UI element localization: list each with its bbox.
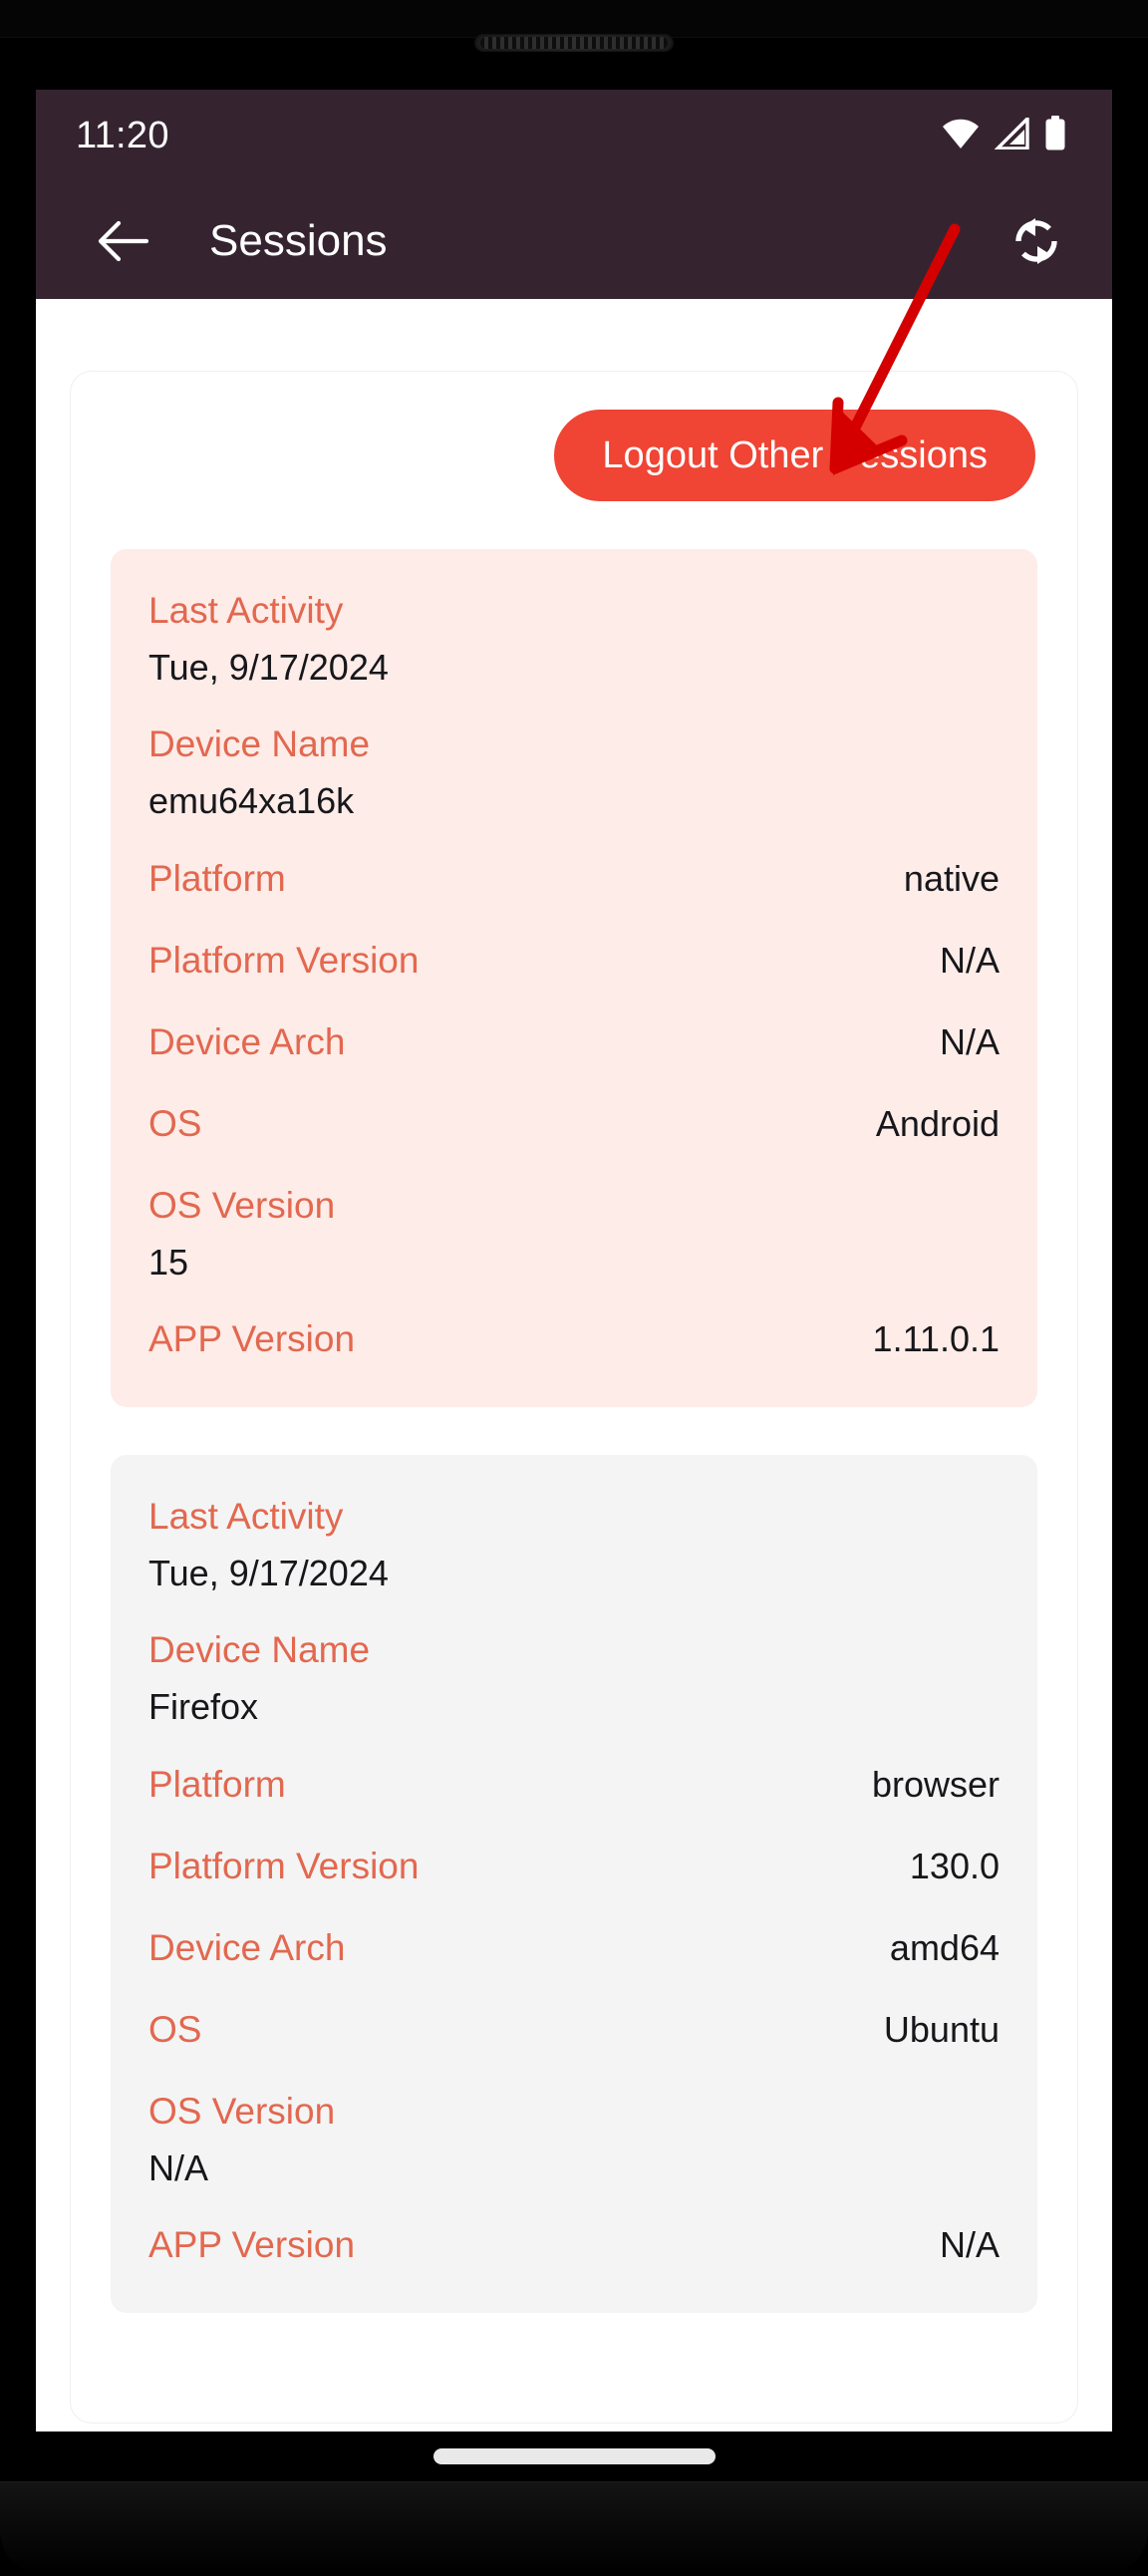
phone-bezel-bottom [0, 2481, 1148, 2576]
phone-bezel-top [0, 0, 1148, 38]
sessions-panel: Logout Other Sessions Last Activity Tue,… [70, 371, 1078, 2424]
field-device-name: Device Name emu64xa16k [148, 720, 1000, 824]
speaker-grille [474, 34, 674, 52]
logout-row: Logout Other Sessions [111, 410, 1037, 501]
wifi-icon [941, 118, 981, 154]
field-label: APP Version [148, 2224, 356, 2266]
phone-frame: 11:20 Sessions Logout Other Sessions Las… [0, 0, 1148, 2576]
field-last-activity: Last Activity Tue, 9/17/2024 [148, 587, 1000, 691]
field-label: Last Activity [148, 590, 344, 631]
field-label: OS Version [148, 1184, 336, 1226]
cellular-signal-icon [993, 114, 1030, 154]
field-value: Android [875, 1102, 1000, 1144]
battery-icon [1044, 116, 1066, 156]
field-app-version: APP Version 1.11.0.1 [148, 1315, 1000, 1367]
field-value: 15 [148, 1241, 189, 1283]
field-platform: Platform browser [148, 1761, 1000, 1813]
field-label: Device Name [148, 723, 371, 765]
field-label: APP Version [148, 1318, 356, 1360]
field-app-version: APP Version N/A [148, 2221, 1000, 2273]
field-label: Device Arch [148, 1020, 346, 1062]
field-value: N/A [939, 939, 1000, 981]
app-bar: Sessions [36, 182, 1112, 299]
field-value: Tue, 9/17/2024 [148, 646, 389, 688]
field-value: N/A [939, 1020, 1000, 1062]
gesture-nav-area [36, 2432, 1112, 2481]
field-value: N/A [939, 2224, 1000, 2266]
field-value: 1.11.0.1 [872, 1318, 1000, 1360]
field-value: 130.0 [909, 1845, 1000, 1886]
field-label: OS [148, 1102, 202, 1144]
field-value: amd64 [889, 1926, 1000, 1968]
field-value: N/A [148, 2147, 209, 2188]
session-card[interactable]: Last Activity Tue, 9/17/2024 Device Name… [111, 1455, 1037, 2314]
field-os: OS Ubuntu [148, 2006, 1000, 2058]
field-label: Device Arch [148, 1926, 346, 1968]
field-value: native [903, 857, 1000, 899]
field-value: Ubuntu [883, 2008, 1000, 2050]
home-indicator-pill[interactable] [432, 2448, 716, 2464]
field-label: OS Version [148, 2090, 336, 2132]
field-label: Device Name [148, 1629, 371, 1671]
field-label: Platform Version [148, 1845, 420, 1886]
field-platform-version: Platform Version 130.0 [148, 1843, 1000, 1894]
refresh-sync-icon [1015, 217, 1057, 264]
arrow-left-icon [98, 220, 148, 261]
field-device-name: Device Name Firefox [148, 1626, 1000, 1730]
field-last-activity: Last Activity Tue, 9/17/2024 [148, 1493, 1000, 1596]
refresh-button[interactable] [1001, 205, 1072, 277]
field-platform-version: Platform Version N/A [148, 937, 1000, 989]
field-os: OS Android [148, 1100, 1000, 1152]
field-value: emu64xa16k [148, 780, 355, 822]
field-value: Firefox [148, 1686, 259, 1728]
field-os-version: OS Version 15 [148, 1182, 1000, 1286]
status-bar: 11:20 [36, 90, 1112, 182]
field-label: Platform [148, 857, 286, 899]
back-button[interactable] [90, 208, 155, 274]
page-title: Sessions [209, 215, 388, 265]
content-area: Logout Other Sessions Last Activity Tue,… [36, 299, 1112, 2432]
field-device-arch: Device Arch N/A [148, 1018, 1000, 1070]
session-card[interactable]: Last Activity Tue, 9/17/2024 Device Name… [111, 549, 1037, 1408]
field-label: Platform Version [148, 939, 420, 981]
field-value: browser [871, 1763, 1000, 1805]
field-device-arch: Device Arch amd64 [148, 1924, 1000, 1976]
field-label: Last Activity [148, 1496, 344, 1538]
logout-other-sessions-button[interactable]: Logout Other Sessions [554, 410, 1035, 501]
status-bar-clock: 11:20 [76, 115, 169, 156]
device-screen: 11:20 Sessions Logout Other Sessions Las… [36, 90, 1112, 2432]
field-value: Tue, 9/17/2024 [148, 1552, 389, 1593]
field-label: OS [148, 2008, 202, 2050]
field-platform: Platform native [148, 855, 1000, 907]
field-os-version: OS Version N/A [148, 2088, 1000, 2191]
field-label: Platform [148, 1763, 286, 1805]
status-bar-icons [941, 114, 1066, 156]
